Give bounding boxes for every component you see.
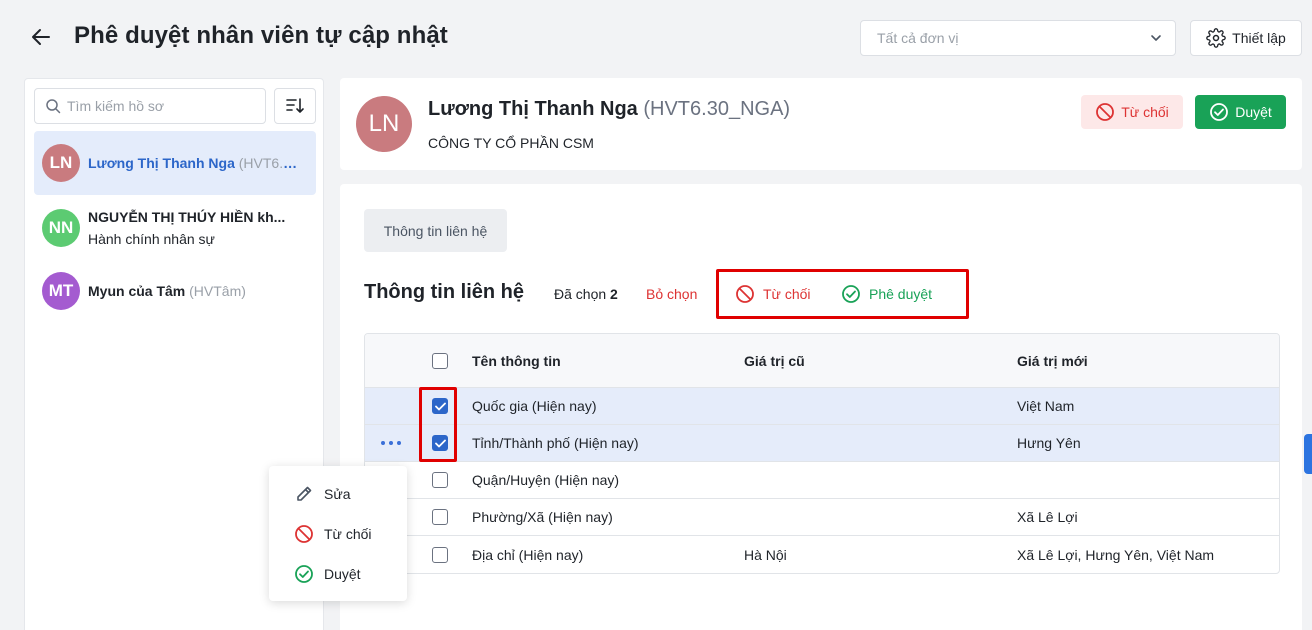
page-title: Phê duyệt nhân viên tự cập nhật — [74, 22, 448, 49]
employee-code: (HVT6.30_NGA) — [643, 98, 791, 120]
row-new-value: Xã Lê Lợi — [1017, 509, 1078, 525]
row-new-value: Hưng Yên — [1017, 435, 1081, 451]
table-row[interactable]: Địa chỉ (Hiện nay) Hà Nội Xã Lê Lợi, Hưn… — [365, 536, 1279, 573]
select-all-checkbox[interactable] — [432, 352, 448, 369]
profile-item-2[interactable]: NN NGUYỄN THỊ THÚY HIỀN kh... Hành chính… — [34, 196, 316, 260]
ban-icon — [736, 285, 754, 303]
bulk-approve-button[interactable]: Phê duyệt — [841, 284, 932, 304]
changes-table: Tên thông tin Giá trị cũ Giá trị mới Quố… — [364, 333, 1280, 574]
menu-item-approve-label: Duyệt — [324, 566, 361, 582]
employee-name: Lương Thị Thanh Nga (HVT6.30_NGA) — [428, 98, 791, 120]
reject-button[interactable]: Từ chối — [1081, 95, 1183, 129]
table-row[interactable]: Phường/Xã (Hiện nay) Xã Lê Lợi — [365, 499, 1279, 536]
ban-icon — [1096, 103, 1115, 121]
gear-icon — [1206, 28, 1226, 48]
check-circle-icon — [295, 565, 313, 583]
deselect-link[interactable]: Bỏ chọn — [646, 286, 697, 302]
bulk-action-group: Từ chối Phê duyệt — [716, 269, 969, 319]
sort-button[interactable] — [274, 88, 316, 124]
profile-item-1[interactable]: LN Lương Thị Thanh Nga (HVT6.30_NGA) — [34, 131, 316, 195]
ban-icon — [295, 525, 313, 543]
section-title: Thông tin liên hệ — [364, 281, 524, 303]
profile-code: (HVTâm) — [189, 283, 246, 299]
pencil-icon — [297, 486, 312, 501]
row-name: Quốc gia (Hiện nay) — [472, 398, 597, 414]
header-name: Tên thông tin — [472, 352, 561, 369]
selected-count: Đã chọn 2 — [554, 286, 618, 302]
more-options-icon[interactable] — [381, 441, 405, 445]
check-circle-icon — [842, 285, 860, 303]
table-header-row: Tên thông tin Giá trị cũ Giá trị mới — [365, 334, 1279, 388]
header-new: Giá trị mới — [1017, 352, 1088, 369]
profile-department: Hành chính nhân sự — [88, 231, 215, 247]
menu-item-reject[interactable]: Từ chối — [294, 524, 372, 544]
row-new-value: Việt Nam — [1017, 398, 1075, 414]
row-context-menu: Sửa Từ chối Duyệt — [269, 466, 407, 601]
avatar: MT — [42, 272, 80, 310]
row-old-value: Hà Nội — [744, 546, 787, 563]
row-name: Tỉnh/Thành phố (Hiện nay) — [472, 435, 639, 451]
header-old: Giá trị cũ — [744, 352, 805, 369]
reject-label: Từ chối — [1121, 104, 1169, 120]
unit-select[interactable]: Tất cả đơn vị — [860, 20, 1176, 56]
row-checkbox[interactable] — [432, 435, 448, 451]
search-icon — [46, 99, 61, 114]
tab-contact-info[interactable]: Thông tin liên hệ — [364, 209, 507, 252]
avatar: LN — [42, 144, 80, 182]
table-row[interactable]: Quốc gia (Hiện nay) Việt Nam — [365, 388, 1279, 425]
employee-company: CÔNG TY CỔ PHẦN CSM — [428, 135, 594, 151]
profile-name: Lương Thị Thanh Nga (HVT6.30_NGA) — [88, 155, 302, 171]
menu-item-approve[interactable]: Duyệt — [294, 564, 361, 584]
approve-button[interactable]: Duyệt — [1195, 95, 1286, 129]
profile-name: NGUYỄN THỊ THÚY HIỀN kh... — [88, 209, 286, 225]
bulk-reject-label: Từ chối — [763, 286, 811, 302]
main-panel: Thông tin liên hệ Thông tin liên hệ Đã c… — [340, 184, 1302, 630]
menu-item-edit-label: Sửa — [324, 486, 351, 502]
sort-icon — [286, 98, 304, 113]
employee-avatar: LN — [356, 96, 412, 152]
row-checkbox[interactable] — [432, 546, 448, 563]
row-checkbox[interactable] — [432, 509, 448, 525]
chevron-down-icon — [1151, 35, 1161, 41]
avatar: NN — [42, 209, 80, 247]
approve-label: Duyệt — [1235, 104, 1272, 120]
search-input[interactable] — [67, 98, 247, 114]
search-box — [34, 88, 266, 124]
menu-item-edit[interactable]: Sửa — [294, 484, 351, 504]
bulk-approve-label: Phê duyệt — [869, 286, 933, 302]
row-name: Quận/Huyện (Hiện nay) — [472, 472, 620, 488]
row-checkbox[interactable] — [432, 472, 448, 488]
check-circle-icon — [1210, 103, 1229, 121]
profile-code: (HVT6.30_NGA) — [238, 155, 302, 171]
row-new-value: Xã Lê Lợi, Hưng Yên, Việt Nam — [1017, 546, 1215, 563]
setup-label: Thiết lập — [1232, 30, 1286, 46]
table-row[interactable]: Quận/Huyện (Hiện nay) — [365, 462, 1279, 499]
side-scroll-tab[interactable] — [1304, 434, 1312, 474]
profile-name: Myun của Tâm (HVTâm) — [88, 283, 246, 299]
unit-select-value: Tất cả đơn vị — [877, 30, 959, 46]
row-checkbox[interactable] — [432, 398, 448, 414]
back-arrow-icon[interactable] — [30, 26, 52, 48]
profile-item-3[interactable]: MT Myun của Tâm (HVTâm) — [34, 259, 316, 323]
row-name: Địa chỉ (Hiện nay) — [472, 546, 584, 563]
bulk-reject-button[interactable]: Từ chối — [735, 284, 811, 304]
employee-card: LN Lương Thị Thanh Nga (HVT6.30_NGA) CÔN… — [340, 78, 1302, 170]
table-row[interactable]: Tỉnh/Thành phố (Hiện nay) Hưng Yên — [365, 425, 1279, 462]
setup-button[interactable]: Thiết lập — [1190, 20, 1302, 56]
menu-item-reject-label: Từ chối — [324, 526, 372, 542]
row-name: Phường/Xã (Hiện nay) — [472, 509, 613, 525]
